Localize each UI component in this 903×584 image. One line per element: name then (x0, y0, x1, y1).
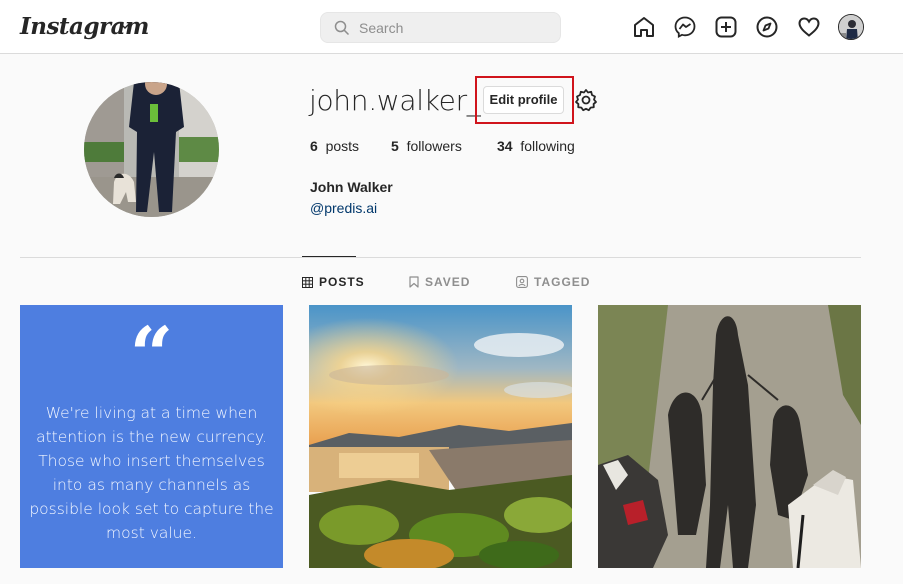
search-icon (334, 20, 350, 36)
edit-profile-button[interactable]: Edit profile (483, 86, 564, 114)
quote-icon: “ (129, 310, 174, 399)
home-icon[interactable] (632, 15, 656, 39)
new-post-icon[interactable] (714, 15, 738, 39)
posts-label: posts (325, 138, 360, 154)
post-quote-text: We're living at a time when attention is… (29, 404, 274, 542)
tab-tagged-label: TAGGED (534, 275, 591, 289)
explore-icon[interactable] (755, 15, 779, 39)
posts-count: 6 (310, 138, 318, 154)
settings-gear-icon[interactable] (574, 88, 598, 112)
followers-count: 5 (391, 138, 399, 154)
tab-saved[interactable]: SAVED (409, 275, 470, 289)
following-count: 34 (497, 138, 513, 154)
bookmark-icon (409, 276, 419, 288)
messenger-icon[interactable] (673, 15, 697, 39)
following-label: following (520, 138, 575, 154)
chevron-down-icon[interactable] (119, 20, 131, 32)
followers-label: followers (406, 138, 462, 154)
grid-icon (302, 276, 313, 288)
active-tab-indicator (302, 256, 356, 257)
activity-heart-icon[interactable] (797, 15, 821, 39)
profile-avatar[interactable] (838, 14, 864, 40)
tab-saved-label: SAVED (425, 275, 471, 289)
profile-full-name: John Walker (310, 179, 393, 195)
tabs-divider (20, 257, 861, 258)
post-quote[interactable]: “ We're living at a time when attention … (20, 305, 283, 568)
search-box[interactable] (320, 12, 561, 43)
top-navigation-bar: Instagram (0, 0, 903, 54)
followers-stat[interactable]: 5 followers (391, 138, 462, 154)
post-shadow-photo[interactable] (598, 305, 861, 568)
tab-tagged[interactable]: TAGGED (516, 275, 590, 289)
tab-posts-label: POSTS (319, 275, 365, 289)
search-input[interactable] (359, 18, 549, 38)
post-sunset-photo[interactable] (309, 305, 572, 568)
posts-count-stat: 6 posts (310, 138, 359, 154)
profile-bio-handle-link[interactable]: @predis.ai (310, 200, 377, 216)
tab-posts[interactable]: POSTS (302, 275, 365, 289)
following-stat[interactable]: 34 following (497, 138, 575, 154)
profile-photo[interactable] (84, 82, 219, 217)
tagged-user-icon (516, 276, 528, 288)
